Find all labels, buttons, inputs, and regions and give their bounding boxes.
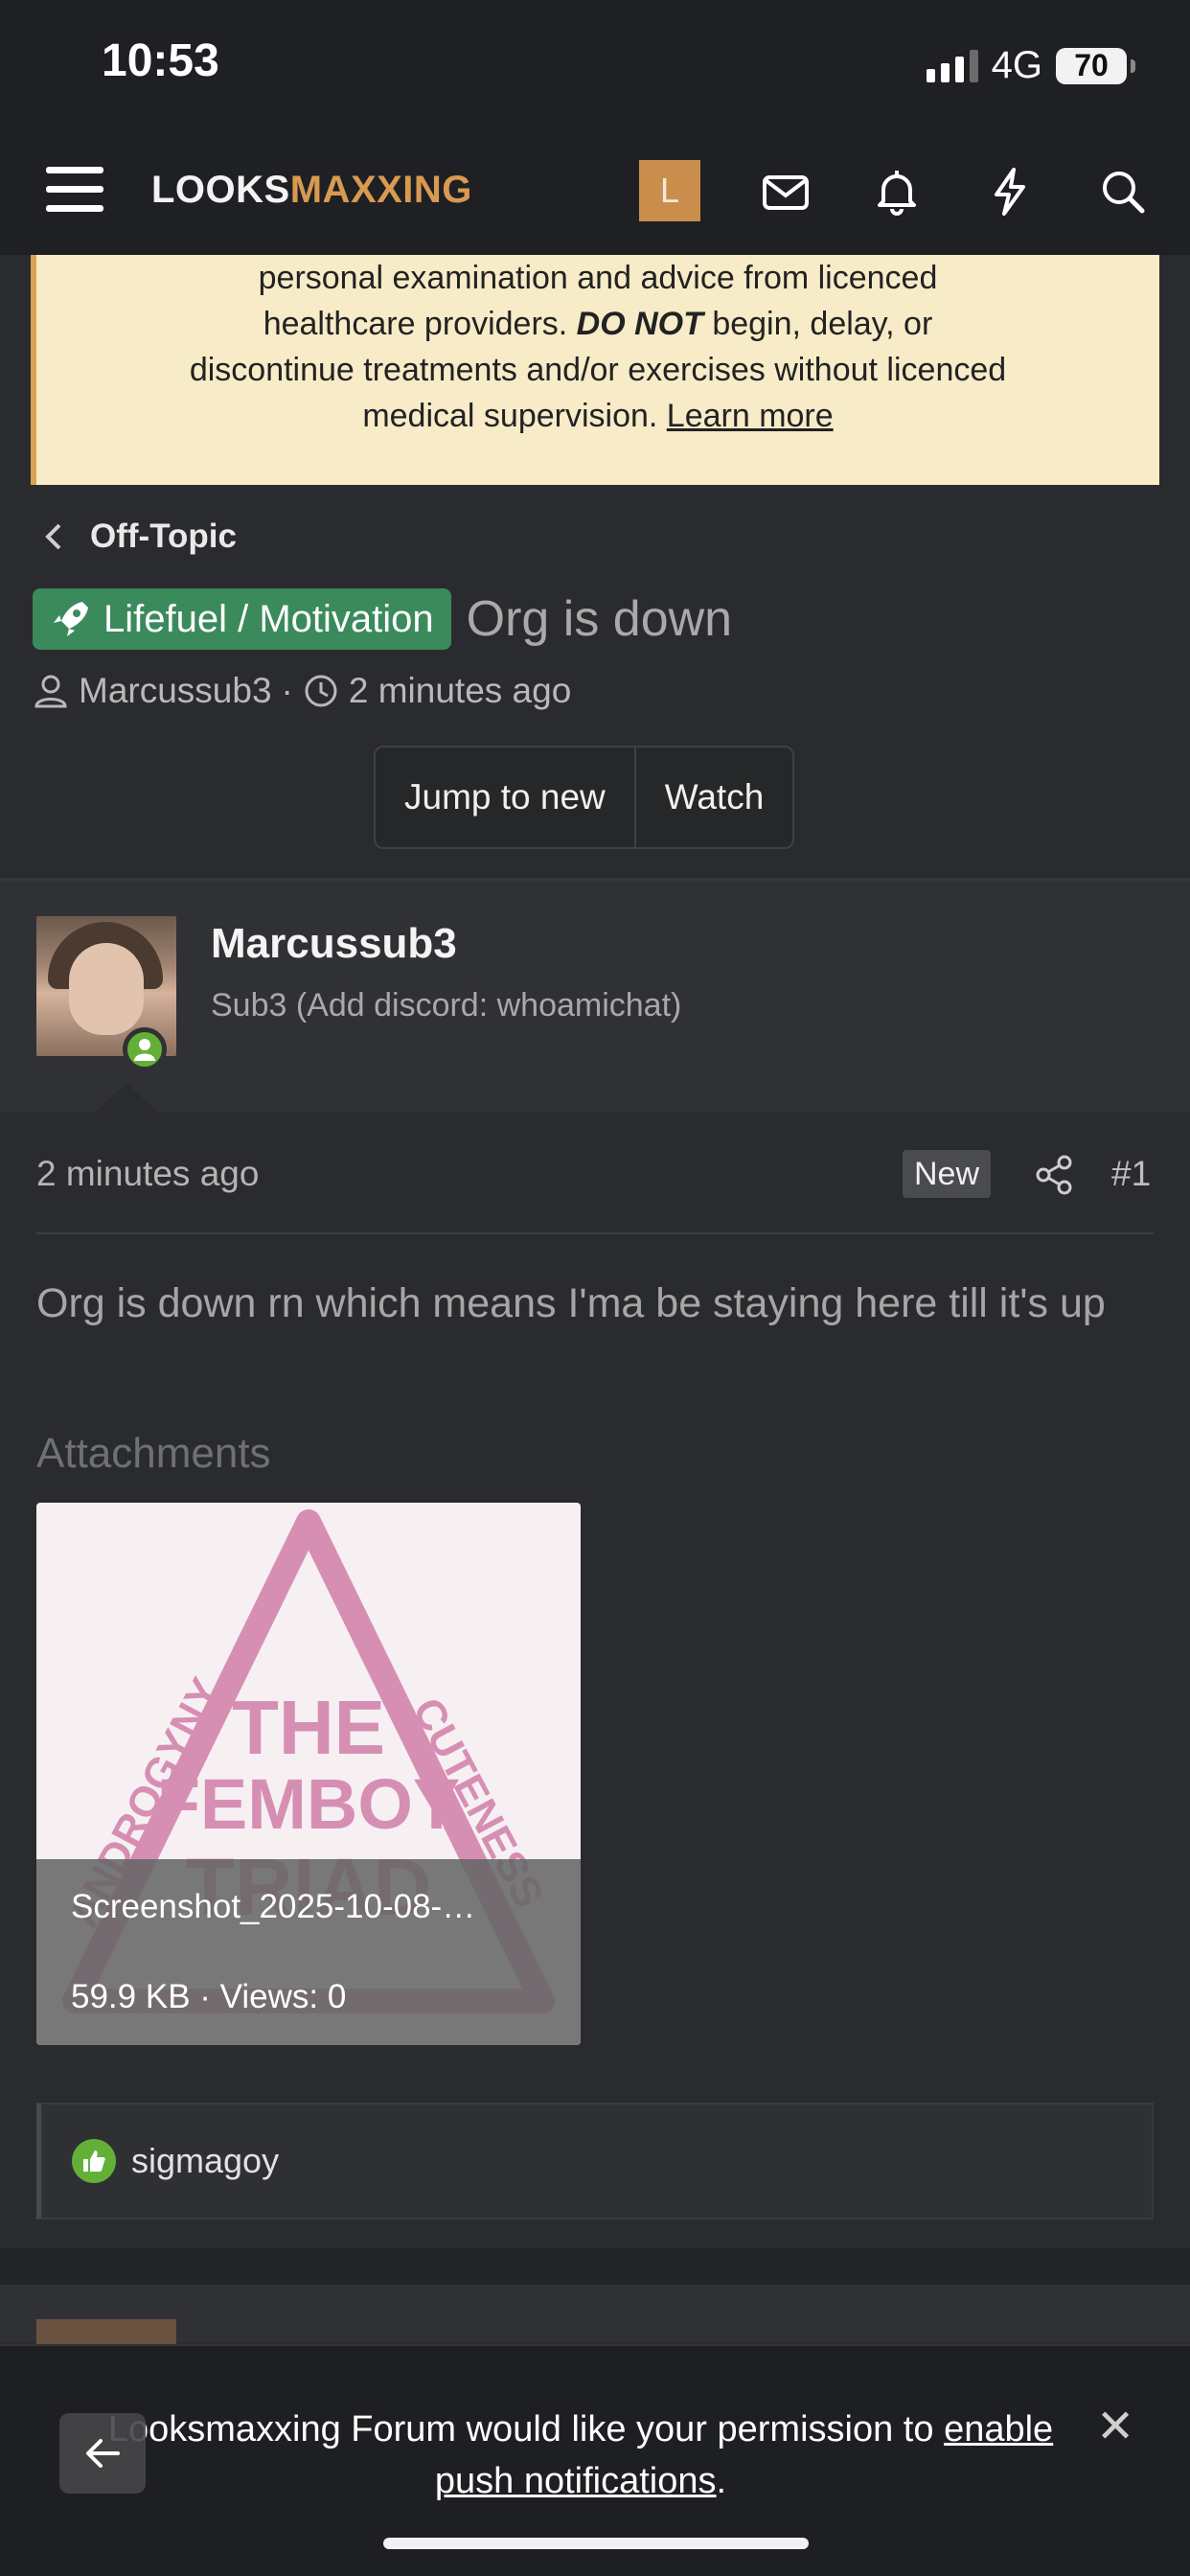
online-status-icon — [123, 1027, 167, 1071]
post-number[interactable]: #1 — [1111, 1154, 1151, 1194]
thread-author[interactable]: Marcussub3 — [79, 671, 272, 711]
arrow-left-icon — [86, 2439, 120, 2468]
post-user-title: Sub3 (Add discord: whoamichat) — [211, 987, 682, 1024]
post-content: Org is down rn which means I'ma be stayi… — [36, 1280, 1106, 1326]
logo-text-2: MAXXING — [289, 169, 472, 211]
post-username[interactable]: Marcussub3 — [211, 920, 457, 968]
breadcrumb-forum-link[interactable]: Off-Topic — [90, 518, 237, 556]
back-button[interactable] — [59, 2413, 146, 2494]
rocket-icon — [54, 602, 88, 636]
inbox-icon[interactable] — [759, 165, 812, 218]
attachment-caption: Screenshot_2025-10-08-… 59.9 KB · Views:… — [36, 1859, 581, 2045]
user-icon — [34, 675, 67, 708]
attachment-meta: 59.9 KB · Views: 0 — [71, 1978, 347, 2015]
next-post-preview — [0, 2285, 1190, 2348]
meta-separator: · — [281, 671, 293, 710]
thread-time[interactable]: 2 minutes ago — [349, 671, 571, 711]
menu-icon[interactable] — [46, 167, 103, 220]
clock-icon — [305, 675, 337, 707]
network-label: 4G — [991, 44, 1042, 86]
post-separator — [0, 2248, 1190, 2285]
notice-line-4: medical supervision. Learn more — [362, 398, 834, 434]
chevron-left-icon — [45, 523, 61, 550]
image-text-center-2: FEMBOY — [157, 1764, 461, 1844]
logo-text-1: LOOKS — [151, 169, 290, 211]
attachment-thumbnail[interactable]: ANDROGYNY CUTENESS THE FEMBOY TRIAD Scre… — [36, 1503, 581, 2045]
like-icon — [72, 2139, 116, 2183]
user-avatar-button[interactable]: L — [639, 160, 700, 221]
notice-line-3: discontinue treatments and/or exercises … — [189, 352, 1007, 388]
breadcrumb[interactable]: Off-Topic — [42, 518, 237, 556]
thread-meta: Marcussub3 · 2 minutes ago — [33, 671, 571, 711]
post-divider — [36, 1232, 1154, 1234]
notice-line-2: healthcare providers. DO NOT begin, dela… — [263, 306, 933, 342]
post-time[interactable]: 2 minutes ago — [36, 1154, 259, 1194]
medical-disclaimer-notice: personal examination and advice from lic… — [31, 255, 1159, 485]
image-text-center-1: THE — [232, 1685, 385, 1770]
post-pointer — [96, 1083, 157, 1112]
signal-icon — [926, 49, 978, 82]
learn-more-link[interactable]: Learn more — [667, 398, 834, 434]
watch-button[interactable]: Watch — [636, 748, 792, 847]
battery-level: 70 — [1074, 48, 1109, 82]
attachments-label: Attachments — [36, 1430, 271, 1477]
status-time: 10:53 — [102, 35, 219, 86]
bolt-icon[interactable] — [983, 165, 1037, 218]
notice-emphasis: DO NOT — [576, 306, 703, 342]
notice-line-1: personal examination and advice from lic… — [258, 260, 938, 296]
jump-to-new-button[interactable]: Jump to new — [376, 748, 634, 847]
reaction-user[interactable]: sigmagoy — [131, 2141, 279, 2181]
site-logo[interactable]: LOOKSMAXXING — [151, 169, 472, 212]
push-banner-text: Looksmaxxing Forum would like your permi… — [107, 2409, 1054, 2501]
post-user-header: Marcussub3 Sub3 (Add discord: whoamichat… — [0, 882, 1190, 1112]
share-icon[interactable] — [1033, 1154, 1075, 1196]
bell-icon[interactable] — [870, 165, 924, 218]
top-navigation: LOOKSMAXXING L — [0, 134, 1190, 255]
battery-icon: 70 — [1056, 47, 1135, 84]
home-indicator — [383, 2538, 809, 2549]
thread-prefix-tag[interactable]: Lifefuel / Motivation — [33, 588, 451, 650]
status-bar: 10:53 4G 70 — [0, 0, 1190, 134]
new-badge: New — [903, 1150, 992, 1198]
post-body: 2 minutes ago New #1 Org is down rn whic… — [0, 1112, 1190, 2262]
search-icon[interactable] — [1096, 165, 1150, 218]
reactions-bar[interactable]: sigmagoy — [36, 2103, 1154, 2220]
status-indicators: 4G 70 — [926, 44, 1135, 87]
attachment-filename: Screenshot_2025-10-08-… — [71, 1888, 476, 1925]
close-icon[interactable]: ✕ — [1096, 2400, 1134, 2453]
thread-prefix-label: Lifefuel / Motivation — [103, 597, 434, 640]
thread-actions: Jump to new Watch — [374, 746, 795, 849]
thread-title-row: Lifefuel / Motivation Org is down — [33, 588, 732, 650]
thread-title: Org is down — [466, 591, 733, 647]
